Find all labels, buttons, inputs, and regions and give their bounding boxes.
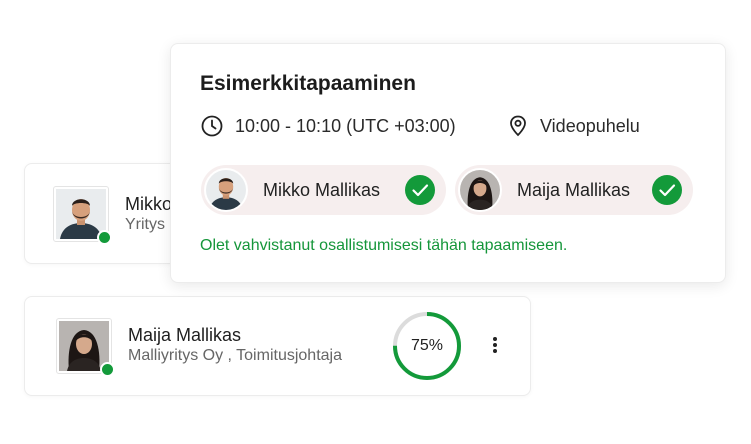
participant-name: Maija Mallikas [128,325,242,345]
attendee-name: Mikko Mallikas [263,179,381,200]
participant-subtitle: Malliyritys Oy , Toimitusjohtaja [128,347,342,364]
attendee-name: Maija Mallikas [517,179,631,200]
location-pin-icon [510,115,526,137]
check-circle-icon [405,175,435,205]
participant-card-maija[interactable]: Maija Mallikas Malliyritys Oy , Toimitus… [24,296,531,396]
confirmation-message: Olet vahvistanut osallistumisesi tähän t… [200,237,568,254]
online-status-dot [97,230,112,245]
meeting-popup: Esimerkkitapaaminen 10:00 - 10:10 (UTC +… [170,43,726,283]
clock-icon [201,115,223,137]
participant-subtitle: Yritys [125,216,165,233]
meeting-location-row: Videopuhelu [507,114,640,138]
woman-avatar-icon [458,168,502,212]
meeting-title: Esimerkkitapaaminen [200,72,416,95]
more-vertical-icon [493,337,497,353]
participant-name: Mikko [125,194,173,214]
man-avatar-icon [204,168,248,212]
online-status-dot [100,362,115,377]
attendee-pill-mikko[interactable]: Mikko Mallikas [201,165,446,215]
meeting-location: Videopuhelu [540,115,640,136]
meeting-time-row: 10:00 - 10:10 (UTC +03:00) [200,114,456,138]
progress-label: 75% [410,337,444,354]
attendee-pill-maija[interactable]: Maija Mallikas [455,165,693,215]
check-circle-icon [652,175,682,205]
avatar [56,318,115,377]
more-options-button[interactable] [483,333,507,357]
avatar [53,186,112,245]
meeting-time: 10:00 - 10:10 (UTC +03:00) [235,115,456,136]
